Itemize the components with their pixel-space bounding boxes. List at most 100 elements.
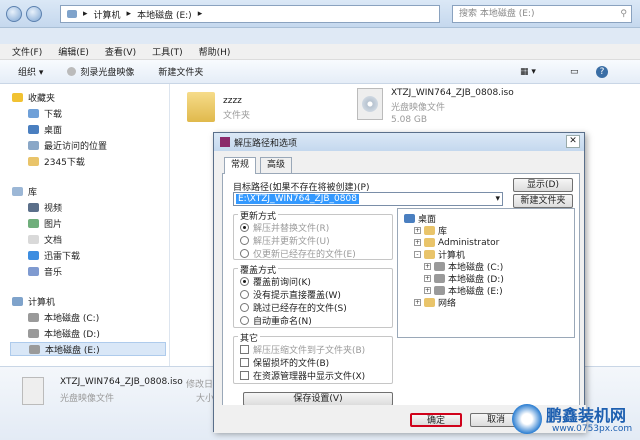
option-label: 覆盖前询问(K) — [253, 277, 311, 288]
organize-button[interactable]: 组织 ▾ — [18, 65, 43, 78]
preview-pane-icon[interactable]: ▭ — [570, 67, 579, 77]
file-type: 文件夹 — [223, 111, 251, 121]
picture-icon — [28, 218, 39, 228]
explorer-title-bar: ▸ 计算机 ▸ 本地磁盘 (E:) ▸ 搜索 本地磁盘 (E:) ⚲ — [0, 0, 640, 28]
folder-icon — [424, 250, 435, 259]
menu-view[interactable]: 查看(V) — [105, 45, 136, 58]
burn-image-button[interactable]: 刻录光盘映像 — [67, 65, 134, 78]
sidebar-item-label: 下载 — [44, 109, 63, 120]
watermark-brand: 鹏鑫装机网 — [546, 406, 627, 425]
back-button[interactable] — [6, 6, 22, 22]
sidebar-item-drive-c[interactable]: 本地磁盘 (C:) — [28, 310, 99, 324]
show-button[interactable]: 显示(D) — [513, 178, 573, 192]
tree-node[interactable]: 桌面 — [404, 213, 436, 225]
overwrite-option-rename[interactable]: 自动重命名(N) — [240, 314, 312, 327]
sidebar-favorites[interactable]: 收藏夹 — [12, 90, 55, 104]
tree-node[interactable]: + 库 — [414, 225, 448, 237]
tree-node[interactable]: + 本地磁盘 (E:) — [424, 285, 503, 297]
sidebar-item-label: 桌面 — [44, 125, 63, 136]
misc-option-show-explorer[interactable]: 在资源管理器中显示文件(X) — [240, 369, 366, 382]
search-input[interactable]: 搜索 本地磁盘 (E:) ⚲ — [452, 5, 632, 23]
file-item-iso[interactable]: XTZJ_WIN764_ZJB_0808.iso 光盘映像文件 5.08 GB — [357, 88, 514, 125]
collapse-icon[interactable]: - — [414, 251, 421, 258]
tree-node[interactable]: + Administrator — [414, 237, 499, 248]
overwrite-option-ask[interactable]: 覆盖前询问(K) — [240, 275, 311, 288]
update-option-existing[interactable]: 仅更新已经存在的文件(E) — [240, 247, 356, 260]
sidebar-item-drive-e[interactable]: 本地磁盘 (E:) — [10, 342, 166, 356]
recent-places-icon — [28, 140, 39, 150]
view-options-icon[interactable]: ▦ ▾ — [520, 67, 536, 77]
menu-edit[interactable]: 编辑(E) — [58, 45, 89, 58]
tab-advanced[interactable]: 高级 — [260, 157, 293, 173]
details-modified-label: 修改日 — [186, 380, 214, 390]
file-name: zzzz — [223, 96, 242, 106]
navigation-pane: 收藏夹 下载 桌面 最近访问的位置 2345下载 库 视频 图片 文档 迅雷下载… — [0, 84, 170, 366]
expand-icon[interactable]: + — [424, 275, 431, 282]
update-option-replace[interactable]: 解压并替换文件(R) — [240, 221, 330, 234]
tree-node[interactable]: + 本地磁盘 (D:) — [424, 273, 504, 285]
address-bar[interactable]: ▸ 计算机 ▸ 本地磁盘 (E:) ▸ — [60, 5, 440, 23]
new-folder-button[interactable]: 新建文件夹 — [158, 65, 203, 78]
menu-tools[interactable]: 工具(T) — [152, 45, 183, 58]
sidebar-item-downloads[interactable]: 下载 — [28, 106, 62, 120]
tree-node[interactable]: + 网络 — [414, 297, 457, 309]
misc-option-keep-broken[interactable]: 保留损坏的文件(B) — [240, 356, 330, 369]
file-name: XTZJ_WIN764_ZJB_0808.iso — [391, 88, 514, 98]
sidebar-item-videos[interactable]: 视频 — [28, 200, 62, 214]
file-item-folder[interactable]: zzzz 文件夹 — [187, 92, 250, 122]
new-folder-button[interactable]: 新建文件夹(N) — [513, 194, 573, 218]
target-path-input[interactable]: E:\XTZJ_WIN764_ZJB_0808 ▾ — [233, 192, 503, 206]
folder-tree[interactable]: 桌面 + 库 + Administrator - 计算机 + 本地磁盘 (C:) + 本地磁盘 (D… — [397, 208, 575, 338]
expand-icon[interactable]: + — [414, 227, 421, 234]
tab-general[interactable]: 常规 — [224, 157, 257, 174]
sidebar-item-recent[interactable]: 最近访问的位置 — [28, 138, 107, 152]
disc-image-icon — [22, 377, 44, 405]
menu-file[interactable]: 文件(F) — [12, 45, 42, 58]
option-label: 跳过已经存在的文件(S) — [253, 303, 347, 314]
tree-node[interactable]: - 计算机 — [414, 249, 465, 261]
ok-button[interactable]: 确定 — [410, 413, 462, 427]
watermark: 鹏鑫装机网 www.0753px.com — [512, 400, 640, 440]
radio-icon — [240, 235, 249, 245]
dropdown-arrow-icon[interactable]: ▾ — [495, 193, 500, 205]
expand-icon[interactable]: + — [414, 299, 421, 306]
expand-icon[interactable]: + — [424, 287, 431, 294]
overwrite-option-silent[interactable]: 没有提示直接覆盖(W) — [240, 288, 341, 301]
forward-button[interactable] — [26, 6, 42, 22]
sidebar-item-2345[interactable]: 2345下载 — [28, 154, 85, 168]
option-label: 保留损坏的文件(B) — [253, 358, 330, 369]
help-icon[interactable]: ? — [596, 65, 608, 78]
breadcrumb-computer[interactable]: 计算机 — [94, 8, 121, 21]
breadcrumb-drive-e[interactable]: 本地磁盘 (E:) — [137, 8, 192, 21]
sidebar-item-xunlei[interactable]: 迅雷下载 — [28, 248, 80, 262]
expand-icon[interactable]: + — [414, 239, 421, 246]
sidebar-item-drive-d[interactable]: 本地磁盘 (D:) — [28, 326, 100, 340]
dialog-close-button[interactable]: ✕ — [566, 135, 580, 148]
dialog-title-bar[interactable]: 解压路径和选项 ✕ — [214, 133, 584, 151]
general-tab-panel: 目标路径(如果不存在将被创建)(P) E:\XTZJ_WIN764_ZJB_08… — [222, 173, 580, 423]
sidebar-item-desktop[interactable]: 桌面 — [28, 122, 62, 136]
update-option-update[interactable]: 解压并更新文件(U) — [240, 234, 330, 247]
sidebar-item-pictures[interactable]: 图片 — [28, 216, 62, 230]
tree-node-label: 网络 — [438, 299, 457, 309]
sidebar-item-documents[interactable]: 文档 — [28, 232, 62, 246]
sidebar-computer[interactable]: 计算机 — [12, 294, 55, 308]
extract-dialog: 解压路径和选项 ✕ 常规 高级 目标路径(如果不存在将被创建)(P) E:\XT… — [213, 132, 586, 433]
menu-help[interactable]: 帮助(H) — [199, 45, 231, 58]
drive-icon — [434, 286, 445, 295]
option-label: 解压并替换文件(R) — [253, 223, 330, 234]
option-label: 在资源管理器中显示文件(X) — [253, 371, 366, 382]
overwrite-option-skip[interactable]: 跳过已经存在的文件(S) — [240, 301, 347, 314]
drive-icon — [28, 328, 39, 338]
tree-node[interactable]: + 本地磁盘 (C:) — [424, 261, 503, 273]
save-settings-button[interactable]: 保存设置(V) — [243, 392, 393, 406]
radio-icon — [240, 248, 249, 258]
tree-node-label: 库 — [438, 227, 448, 237]
sidebar-item-label: 迅雷下载 — [44, 251, 81, 262]
expand-icon[interactable]: + — [424, 263, 431, 270]
sidebar-favorites-label: 收藏夹 — [28, 93, 56, 104]
misc-option-subfolder[interactable]: 解压压缩文件到子文件夹(B) — [240, 343, 365, 356]
sidebar-libraries[interactable]: 库 — [12, 184, 37, 198]
sidebar-item-music[interactable]: 音乐 — [28, 264, 62, 278]
file-size: 5.08 GB — [391, 115, 428, 125]
